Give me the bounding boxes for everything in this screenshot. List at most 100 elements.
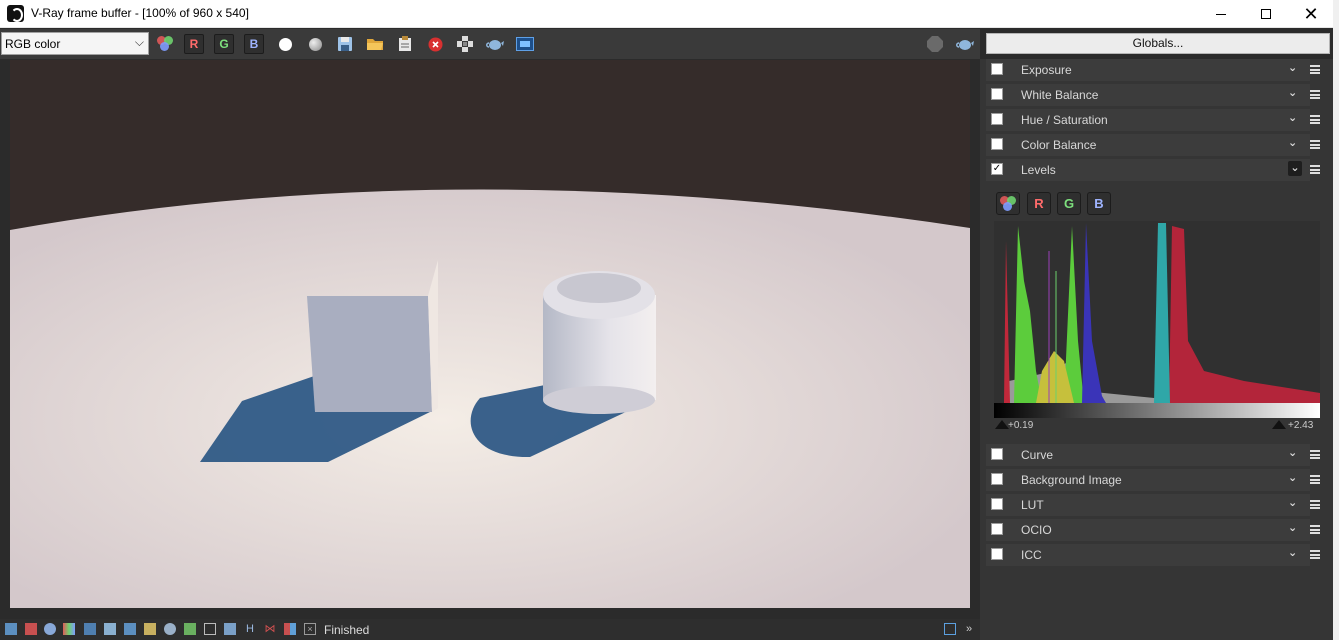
- panel-item-label: Exposure: [1021, 63, 1072, 77]
- panel-item-levels[interactable]: ✓ Levels ⌄: [986, 159, 1320, 181]
- render-button[interactable]: [485, 34, 505, 54]
- ab-compare-icon[interactable]: [284, 623, 296, 635]
- close-compare-icon[interactable]: ×: [304, 623, 316, 635]
- expand-chevron-icon[interactable]: ⌄: [1288, 471, 1297, 484]
- curve-icon[interactable]: [204, 623, 216, 635]
- rgb-channels-button[interactable]: [155, 34, 175, 54]
- folder-icon: [367, 39, 383, 50]
- status-bar: H ⋈ × Finished »: [0, 619, 980, 640]
- expand-chevron-icon[interactable]: ⌄: [1288, 546, 1297, 559]
- crosshair-icon: [457, 36, 473, 52]
- menu-icon[interactable]: [1310, 550, 1320, 559]
- h-icon[interactable]: H: [244, 623, 256, 635]
- panel-item-exposure[interactable]: Exposure ⌄: [986, 59, 1320, 81]
- enable-checkbox[interactable]: [991, 113, 1003, 125]
- expand-chevron-icon[interactable]: ⌄: [1288, 111, 1297, 124]
- levels-green-button[interactable]: G: [1057, 192, 1081, 215]
- menu-icon[interactable]: [1310, 500, 1320, 509]
- minimize-button[interactable]: [1198, 0, 1244, 28]
- levels-icon[interactable]: [124, 623, 136, 635]
- menu-icon[interactable]: [1310, 525, 1320, 534]
- color-spectrum-icon[interactable]: [63, 623, 75, 635]
- panel-item-background-image[interactable]: Background Image ⌄: [986, 469, 1320, 491]
- expand-chevron-icon[interactable]: ⌄: [1288, 446, 1297, 459]
- enable-checkbox[interactable]: [991, 548, 1003, 560]
- levels-low-handle[interactable]: [995, 420, 1009, 429]
- expand-chevron-icon[interactable]: ⌄: [1288, 86, 1297, 99]
- history-icon[interactable]: [25, 623, 37, 635]
- lens-icon[interactable]: [164, 623, 176, 635]
- enable-checkbox[interactable]: [991, 473, 1003, 485]
- menu-icon[interactable]: [1310, 475, 1320, 484]
- info-icon[interactable]: [44, 623, 56, 635]
- panel-item-label: LUT: [1021, 498, 1044, 512]
- channel-select-value: RGB color: [5, 37, 61, 51]
- stop-render-button[interactable]: [925, 34, 945, 54]
- channel-select[interactable]: RGB color ⌵: [1, 32, 149, 55]
- panel-item-lut[interactable]: LUT ⌄: [986, 494, 1320, 516]
- blue-channel-button[interactable]: B: [244, 34, 264, 54]
- levels-gradient-bar: [994, 403, 1320, 418]
- panel-item-color-balance[interactable]: Color Balance ⌄: [986, 134, 1320, 156]
- enable-checkbox[interactable]: [991, 63, 1003, 75]
- render-viewport: [0, 59, 980, 619]
- enable-checkbox[interactable]: [991, 88, 1003, 100]
- globals-button[interactable]: Globals...: [986, 33, 1330, 54]
- enable-checkbox[interactable]: [991, 448, 1003, 460]
- lut-icon[interactable]: [224, 623, 236, 635]
- track-mouse-button[interactable]: [455, 34, 475, 54]
- image-icon[interactable]: [5, 623, 17, 635]
- open-image-button[interactable]: [365, 34, 385, 54]
- maximize-button[interactable]: [1243, 0, 1289, 28]
- white-circle-icon: [278, 37, 292, 51]
- lab-icon[interactable]: [104, 623, 116, 635]
- enable-checkbox[interactable]: [991, 138, 1003, 150]
- teapot-icon: [956, 40, 974, 50]
- levels-red-button[interactable]: R: [1027, 192, 1051, 215]
- expand-chevron-icon[interactable]: ⌄: [1288, 496, 1297, 509]
- expand-chevron-icon[interactable]: ⌄: [1288, 61, 1297, 74]
- chevron-down-icon: ⌵: [134, 35, 144, 49]
- save-image-button[interactable]: [335, 34, 355, 54]
- hsl-icon[interactable]: [84, 623, 96, 635]
- menu-icon[interactable]: [1310, 165, 1320, 174]
- enable-checkbox[interactable]: ✓: [991, 163, 1003, 175]
- menu-icon[interactable]: [1310, 140, 1320, 149]
- panel-item-hue-saturation[interactable]: Hue / Saturation ⌄: [986, 109, 1320, 131]
- levels-high-handle[interactable]: [1272, 420, 1286, 429]
- white-circle-button[interactable]: [275, 34, 295, 54]
- fullscreen-icon[interactable]: [944, 623, 956, 635]
- expand-chevron-icon[interactable]: ⌄: [1288, 136, 1297, 149]
- panel-item-label: ICC: [1021, 548, 1042, 562]
- expand-chevron-icon[interactable]: ⌄: [1288, 161, 1302, 176]
- menu-icon[interactable]: [1310, 115, 1320, 124]
- panel-item-label: OCIO: [1021, 523, 1052, 537]
- vray-app-icon: [7, 5, 24, 22]
- panel-item-icc[interactable]: ICC ⌄: [986, 544, 1320, 566]
- enable-checkbox[interactable]: [991, 523, 1003, 535]
- clear-image-button[interactable]: [425, 34, 445, 54]
- expand-down-icon[interactable]: »: [963, 623, 975, 635]
- maximize-icon: [1261, 9, 1271, 19]
- panel-item-white-balance[interactable]: White Balance ⌄: [986, 84, 1320, 106]
- curves-icon[interactable]: [144, 623, 156, 635]
- close-button[interactable]: ✕: [1288, 0, 1334, 28]
- copy-to-clipboard-button[interactable]: [395, 34, 415, 54]
- expand-chevron-icon[interactable]: ⌄: [1288, 521, 1297, 534]
- background-image-icon[interactable]: [184, 623, 196, 635]
- panel-item-curve[interactable]: Curve ⌄: [986, 444, 1320, 466]
- levels-rgb-button[interactable]: [996, 192, 1020, 215]
- region-render-button[interactable]: [515, 34, 535, 54]
- green-channel-button[interactable]: G: [214, 34, 234, 54]
- panel-item-ocio[interactable]: OCIO ⌄: [986, 519, 1320, 541]
- menu-icon[interactable]: [1310, 90, 1320, 99]
- panel-item-label: White Balance: [1021, 88, 1099, 102]
- grey-circle-button[interactable]: [305, 34, 325, 54]
- menu-icon[interactable]: [1310, 450, 1320, 459]
- red-channel-button[interactable]: R: [184, 34, 204, 54]
- levels-blue-button[interactable]: B: [1087, 192, 1111, 215]
- enable-checkbox[interactable]: [991, 498, 1003, 510]
- menu-icon[interactable]: [1310, 65, 1320, 74]
- compare-icon[interactable]: ⋈: [264, 623, 276, 635]
- interactive-render-button[interactable]: [955, 34, 975, 54]
